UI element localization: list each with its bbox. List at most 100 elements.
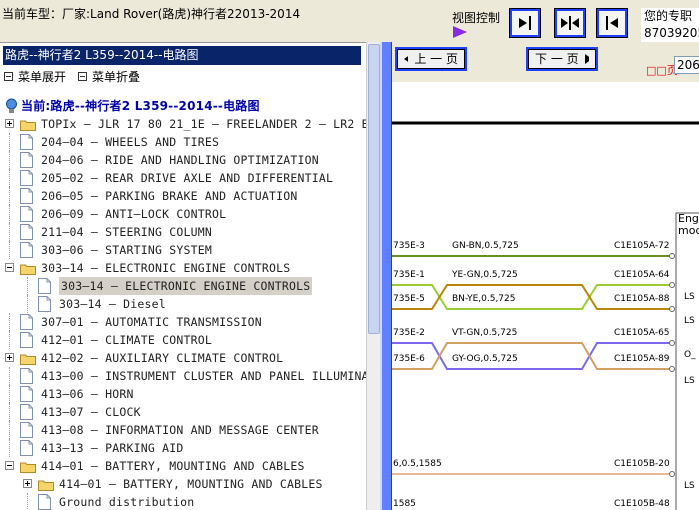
tree-document-item[interactable]: 303—06 — STARTING SYSTEM	[0, 241, 366, 259]
tree-item-label: 303—06 — STARTING SYSTEM	[41, 243, 212, 257]
document-icon	[20, 368, 33, 384]
view-left-pane-button[interactable]	[509, 8, 541, 38]
module-pin-label: O_	[684, 350, 696, 360]
tree-connector	[9, 187, 10, 205]
tree-document-item[interactable]: 307—01 — AUTOMATIC TRANSMISSION	[0, 313, 366, 331]
tree-item-label: 205—02 — REAR DRIVE AXLE AND DIFFERENTIA…	[41, 171, 334, 185]
top-header: 当前车型：厂家:Land Rover(路虎)神行者22013-2014 视图控制…	[0, 0, 699, 44]
app-window: 当前车型：厂家:Land Rover(路虎)神行者22013-2014 视图控制…	[0, 0, 699, 510]
previous-page-label: 上 一 页	[414, 52, 458, 66]
connector-pin	[669, 471, 675, 477]
collapse-node-icon[interactable]	[5, 461, 14, 470]
collapse-menu-label: 菜单折叠	[92, 70, 141, 84]
split-view-icon	[561, 16, 579, 30]
tree-item-label: 204—04 — WHEELS AND TIRES	[41, 135, 220, 149]
connector-pin	[669, 306, 675, 312]
expand-node-icon[interactable]	[5, 353, 14, 362]
tree-folder-item[interactable]: 412—02 — AUXILIARY CLIMATE CONTROL	[0, 349, 366, 367]
expand-menu-button[interactable]: 菜单展开	[4, 68, 66, 85]
next-page-label: 下 一 页	[535, 52, 579, 66]
tree-connector	[9, 403, 10, 421]
previous-page-button[interactable]: 上 一 页	[395, 47, 467, 71]
wire-spec-label: BN-YE,0.5,725	[452, 294, 515, 304]
pane-splitter[interactable]	[380, 42, 392, 510]
wire-connector-label: C1E105A-72	[614, 241, 670, 251]
tree-document-item[interactable]: 211—04 — STEERING COLUMN	[0, 223, 366, 241]
expand-icon	[4, 72, 13, 81]
current-root-icon	[5, 98, 18, 114]
tree-item-label: 206—05 — PARKING BRAKE AND ACTUATION	[41, 189, 298, 203]
folder-icon	[20, 262, 36, 275]
contact-info-box: 您的专职 87039205	[641, 8, 699, 44]
tree-document-item[interactable]: 413—00 — INSTRUMENT CLUSTER AND PANEL IL…	[0, 367, 366, 385]
tree-panel-title: 路虎--神行者2 L359--2014--电路图	[3, 46, 361, 65]
connector-pin	[669, 282, 675, 288]
expand-menu-label: 菜单展开	[18, 70, 67, 84]
tree-folder-item[interactable]: 414—01 — BATTERY, MOUNTING AND CABLES	[0, 475, 366, 493]
tree-document-item[interactable]: 413—06 — HORN	[0, 385, 366, 403]
collapse-menu-button[interactable]: 菜单折叠	[78, 68, 140, 85]
document-icon	[20, 332, 33, 348]
tree-root[interactable]: 当前:路虎--神行者2 L359--2014--电路图	[0, 97, 366, 115]
tree-menu-bar: 菜单展开 菜单折叠	[4, 68, 140, 85]
tree-item-label: 303—14 — ELECTRONIC ENGINE CONTROLS	[41, 261, 291, 275]
arrow-left-icon	[404, 55, 409, 63]
wire-left-label: 735E-3	[393, 241, 425, 251]
tree-folder-item[interactable]: 303—14 — ELECTRONIC ENGINE CONTROLS	[0, 259, 366, 277]
wire-connector-label: C1E105B-20	[614, 459, 670, 469]
tree-item-label: 303—14 — ELECTRONIC ENGINE CONTROLS	[59, 277, 313, 295]
document-icon	[20, 188, 33, 204]
wire-spec-label: YE-GN,0.5,725	[451, 270, 518, 280]
expand-node-icon[interactable]	[23, 479, 32, 488]
document-icon	[38, 296, 51, 312]
next-page-button[interactable]: 下 一 页	[526, 47, 598, 71]
page-number-input[interactable]	[674, 56, 699, 74]
contact-line: 87039205	[644, 26, 699, 40]
wiring-diagram-tree: 当前:路虎--神行者2 L359--2014--电路图 TOPIx — JLR 1…	[0, 97, 366, 510]
tree-document-item[interactable]: 412—01 — CLIMATE CONTROL	[0, 331, 366, 349]
tree-item-label: TOPIx — JLR 17 80 21_1E — FREELANDER 2 —…	[41, 117, 366, 131]
tree-document-item[interactable]: 413—07 — CLOCK	[0, 403, 366, 421]
collapse-icon	[78, 72, 88, 81]
connector-pin	[669, 253, 675, 259]
module-pin-label: LS	[684, 481, 695, 491]
wire-connector-label: C1E105A-89	[614, 354, 670, 364]
tree-folder-item[interactable]: 414—01 — BATTERY, MOUNTING AND CABLES	[0, 457, 366, 475]
tree-document-item[interactable]: 303—14 — Diesel	[0, 295, 366, 313]
tree-item-label: 413—06 — HORN	[41, 387, 134, 401]
collapse-node-icon[interactable]	[5, 263, 14, 272]
document-icon	[20, 170, 33, 186]
wire-spec-label: GY-OG,0.5,725	[452, 354, 518, 364]
document-icon	[38, 278, 51, 294]
view-split-button[interactable]	[554, 8, 586, 38]
document-icon	[20, 386, 33, 402]
tree-document-item[interactable]: 413—08 — INFORMATION AND MESSAGE CENTER	[0, 421, 366, 439]
view-control-label: 视图控制	[452, 11, 501, 25]
wiring-diagram-canvas: Engmod735E-3 GN-BN,0.5,725 C1E105A-72735E-…	[392, 121, 699, 510]
folder-icon	[20, 460, 36, 473]
tree-item-label: 413—07 — CLOCK	[41, 405, 141, 419]
tree-folder-item[interactable]: TOPIx — JLR 17 80 21_1E — FREELANDER 2 —…	[0, 115, 366, 133]
tree-document-item[interactable]: 206—09 — ANTI—LOCK CONTROL	[0, 205, 366, 223]
wire-left-label: 6,0.5,1585	[393, 459, 442, 469]
expand-node-icon[interactable]	[5, 119, 14, 128]
wire-left-label: 735E-2	[393, 328, 425, 338]
tree-document-item[interactable]: 204—04 — WHEELS AND TIRES	[0, 133, 366, 151]
tree-item-label: 412—01 — CLIMATE CONTROL	[41, 333, 212, 347]
wire-spec-label: GN-BN,0.5,725	[452, 241, 519, 251]
view-control-arrow-icon[interactable]	[453, 26, 467, 38]
tree-document-item[interactable]: 206—05 — PARKING BRAKE AND ACTUATION	[0, 187, 366, 205]
tree-scrollbar[interactable]	[366, 42, 380, 510]
view-right-pane-button[interactable]	[596, 8, 628, 38]
document-icon	[20, 134, 33, 150]
scrollbar-thumb[interactable]	[368, 44, 380, 334]
wire-connector-label: C1E105A-64	[614, 270, 670, 280]
tree-document-item[interactable]: 303—14 — ELECTRONIC ENGINE CONTROLS	[0, 277, 366, 295]
tree-document-item[interactable]: 204—06 — RIDE AND HANDLING OPTIMIZATION	[0, 151, 366, 169]
tree-document-item[interactable]: 413—13 — PARKING AID	[0, 439, 366, 457]
tree-document-item[interactable]: 205—02 — REAR DRIVE AXLE AND DIFFERENTIA…	[0, 169, 366, 187]
tree-connector	[9, 169, 10, 187]
collapse-right-icon	[519, 16, 531, 30]
tree-document-item[interactable]: Ground distribution	[0, 493, 366, 510]
connector-pin	[669, 340, 675, 346]
